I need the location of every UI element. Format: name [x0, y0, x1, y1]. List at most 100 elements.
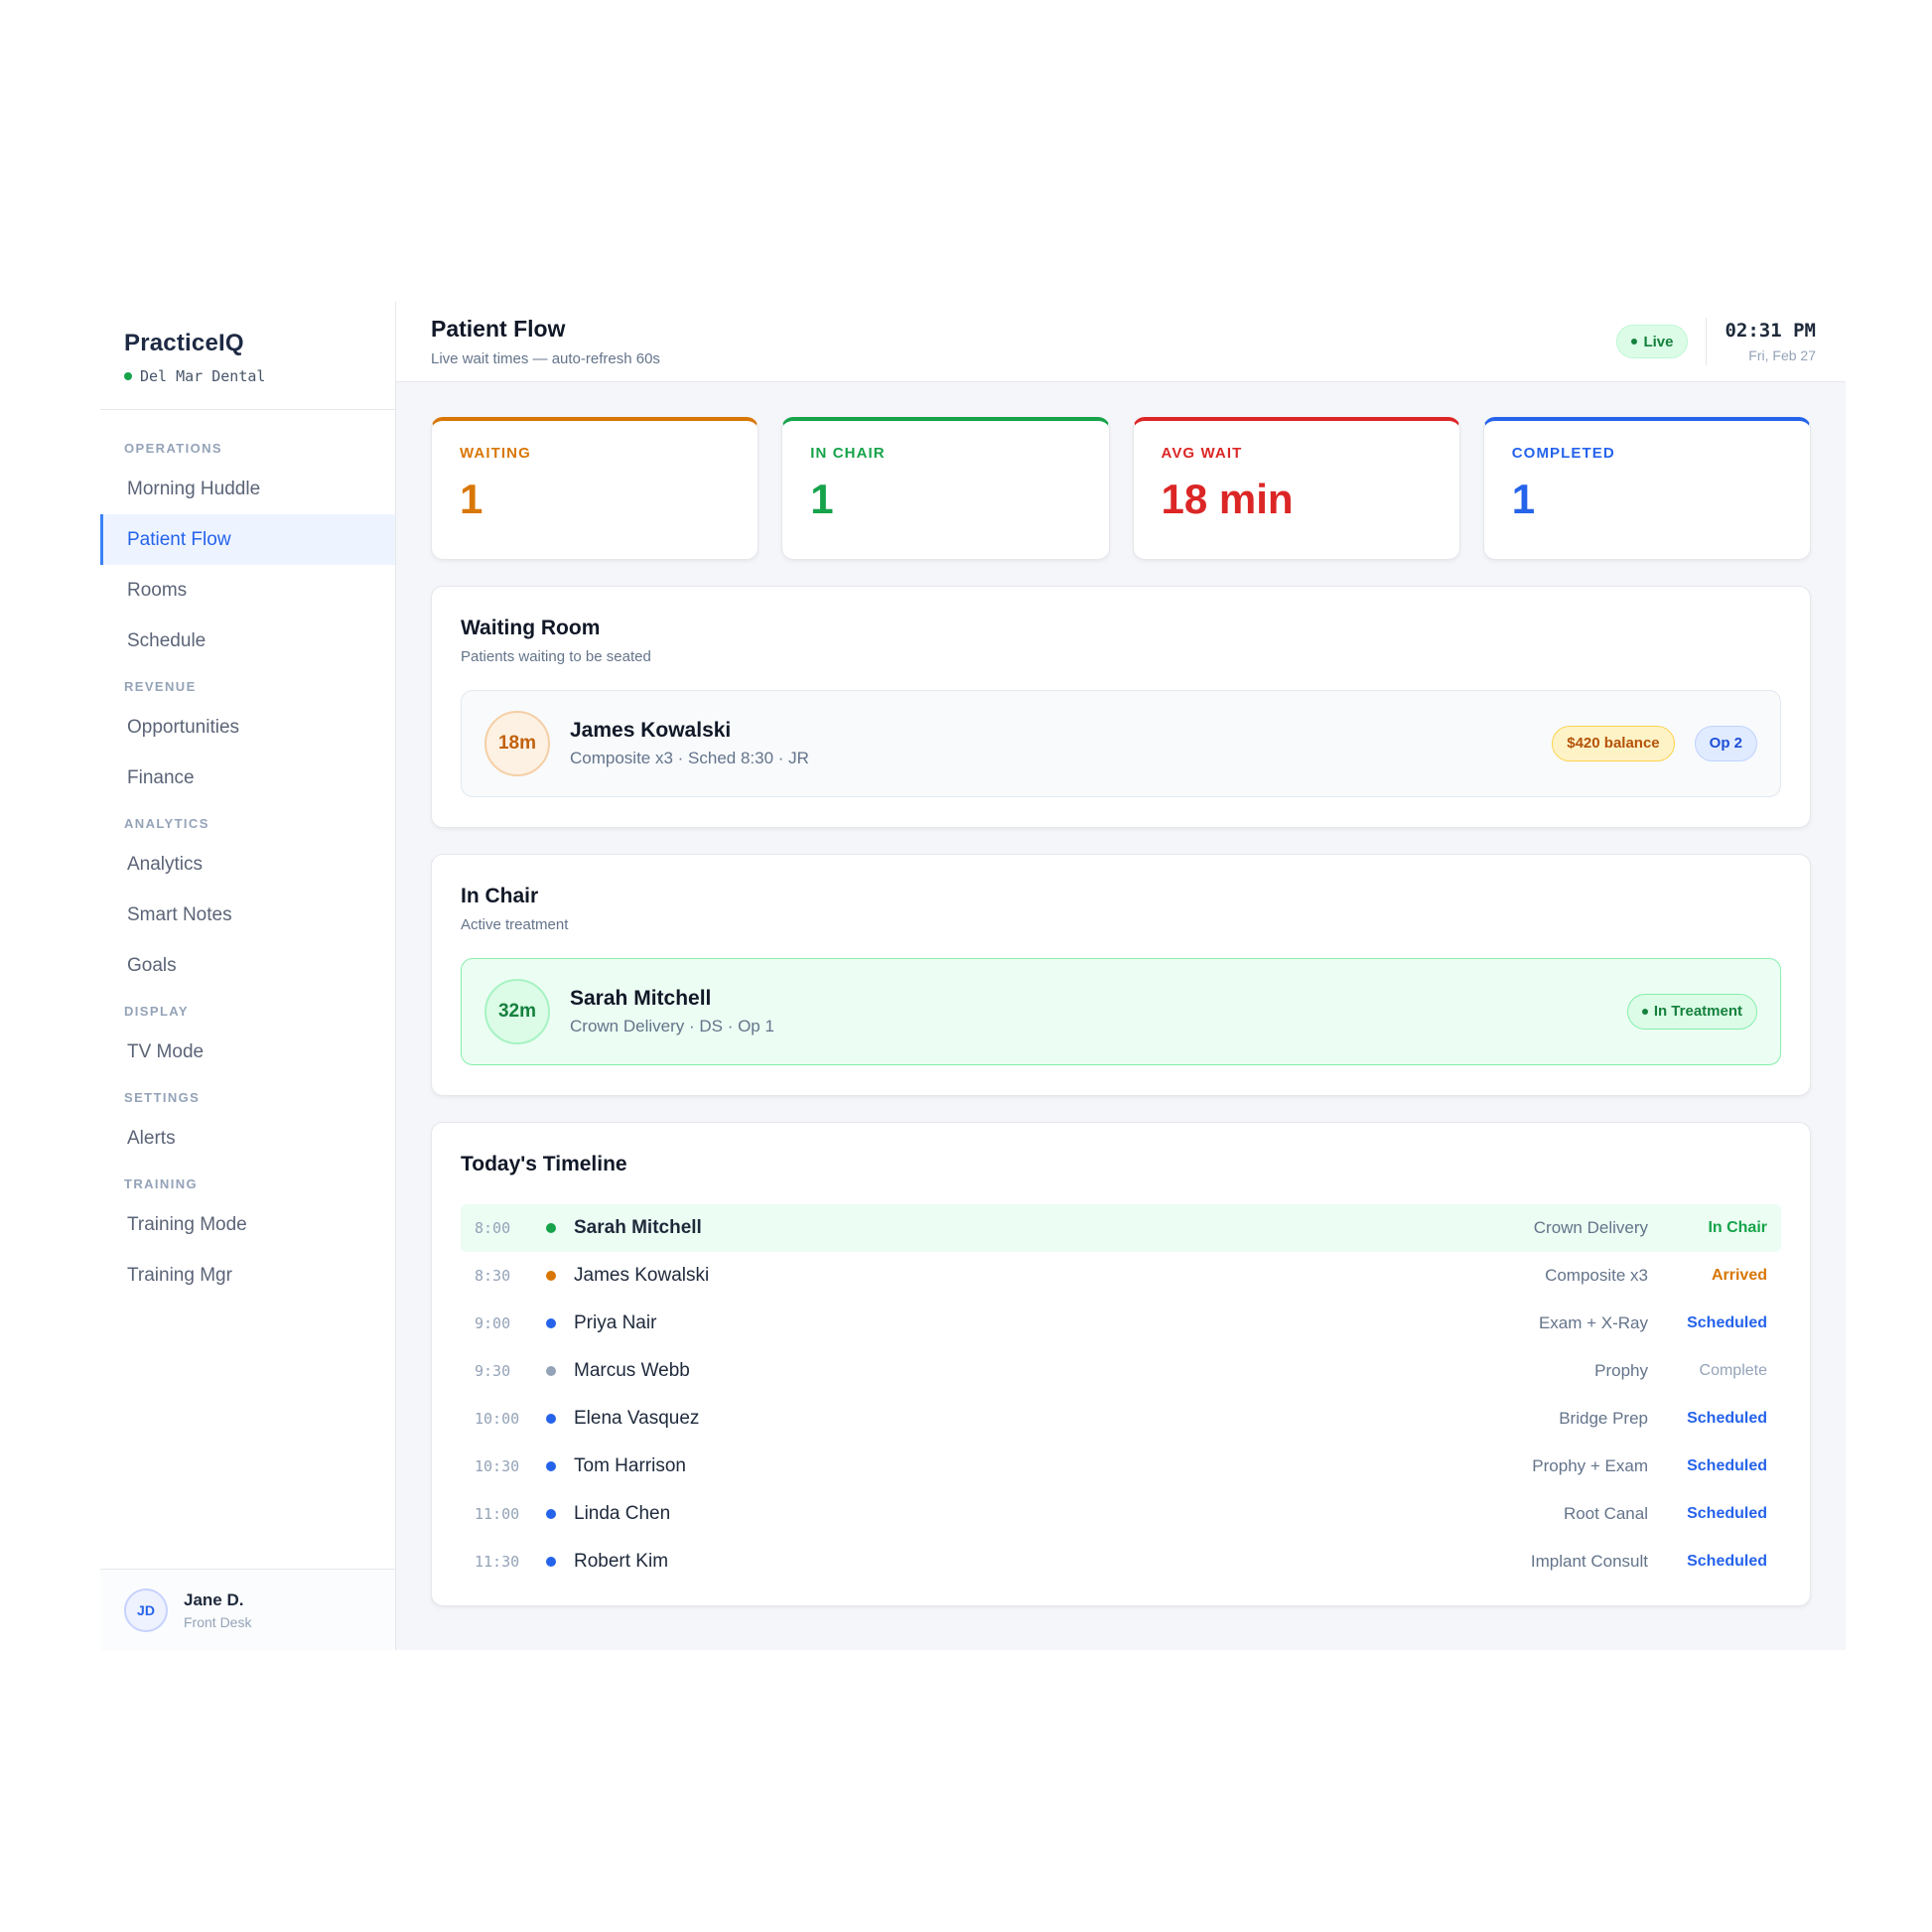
content: WAITING 1 IN CHAIR 1 AVG WAIT 18 min COMPLETED… — [396, 382, 1846, 1650]
stat-label: COMPLETED — [1511, 445, 1615, 462]
clock-time: 02:31 PM — [1725, 320, 1816, 342]
balance-badge: $420 balance — [1552, 726, 1675, 761]
stat-value: 1 — [1511, 476, 1536, 522]
in-chair-subtitle: Active treatment — [461, 916, 569, 933]
wait-timer: 18m — [484, 711, 550, 776]
clock-date: Fri, Feb 27 — [1748, 347, 1816, 363]
chair-timer: 32m — [484, 979, 550, 1044]
appointment-time: 11:30 — [475, 1553, 520, 1571]
stat-card-waiting: WAITING 1 — [431, 417, 759, 560]
clock: 02:31 PM Fri, Feb 27 — [1725, 320, 1816, 363]
stat-value: 1 — [810, 476, 834, 522]
procedure: Bridge Prep — [1559, 1409, 1648, 1428]
sidebar-item-training-mgr[interactable]: Training Mgr — [100, 1250, 395, 1301]
status-dot-icon — [546, 1414, 556, 1424]
stat-label: IN CHAIR — [810, 445, 886, 462]
appointment-status: Scheduled — [1687, 1457, 1767, 1474]
sidebar: PracticeIQ Del Mar Dental OPERATIONS Morn… — [100, 302, 396, 1650]
sidebar-item-goals[interactable]: Goals — [100, 940, 395, 991]
sidebar-item-opportunities[interactable]: Opportunities — [100, 702, 395, 753]
waiting-patient-row[interactable]: 18m James Kowalski Composite x3 · Sched … — [461, 690, 1781, 797]
sidebar-item-tv-mode[interactable]: TV Mode — [100, 1027, 395, 1077]
sidebar-item-finance[interactable]: Finance — [100, 753, 395, 803]
nav-section-heading: DISPLAY — [124, 1004, 189, 1019]
timeline-row[interactable]: 10:30 Tom Harrison Prophy + Exam Scheduled — [461, 1443, 1781, 1490]
timeline-row[interactable]: 10:00 Elena Vasquez Bridge Prep Scheduled — [461, 1395, 1781, 1443]
appointment-time: 10:30 — [475, 1457, 520, 1475]
stat-card-in-chair: IN CHAIR 1 — [781, 417, 1110, 560]
patient-detail: Crown Delivery · DS · Op 1 — [570, 1017, 774, 1035]
sidebar-item-alerts[interactable]: Alerts — [100, 1113, 395, 1164]
user-profile[interactable]: JD Jane D. Front Desk — [100, 1569, 395, 1650]
avatar[interactable]: JD — [124, 1587, 168, 1632]
practice-location-label: Del Mar Dental — [140, 367, 266, 385]
appointment-time: 10:00 — [475, 1410, 520, 1428]
appointment-status: Scheduled — [1687, 1410, 1767, 1427]
status-dot-icon — [546, 1271, 556, 1281]
sidebar-item-analytics[interactable]: Analytics — [100, 839, 395, 890]
live-dot-icon — [1631, 339, 1638, 345]
status-dot-icon — [546, 1461, 556, 1471]
appointment-status: Complete — [1699, 1362, 1767, 1379]
topbar: Patient Flow Live wait times — auto-refr… — [396, 302, 1846, 382]
patient-name: Linda Chen — [574, 1503, 671, 1524]
sidebar-item-rooms[interactable]: Rooms — [100, 565, 395, 616]
sidebar-nav: OPERATIONS Morning Huddle Patient Flow Room… — [100, 410, 395, 1301]
procedure: Composite x3 — [1545, 1266, 1648, 1285]
main-panel: Patient Flow Live wait times — auto-refr… — [396, 302, 1846, 1650]
procedure: Root Canal — [1563, 1504, 1648, 1523]
procedure: Exam + X-Ray — [1538, 1313, 1648, 1332]
sidebar-item-training-mode[interactable]: Training Mode — [100, 1199, 395, 1250]
sidebar-item-patient-flow[interactable]: Patient Flow — [100, 514, 395, 565]
appointment-status: In Chair — [1708, 1219, 1767, 1236]
patient-name: Tom Harrison — [574, 1455, 686, 1476]
procedure: Crown Delivery — [1533, 1218, 1648, 1237]
stat-card-avg-wait: AVG WAIT 18 min — [1132, 417, 1460, 560]
timeline-row[interactable]: 8:30 James Kowalski Composite x3 Arrived — [461, 1252, 1781, 1300]
stat-value: 18 min — [1161, 476, 1294, 522]
timeline-row[interactable]: 9:30 Marcus Webb Prophy Complete — [461, 1347, 1781, 1395]
patient-name: Marcus Webb — [574, 1360, 690, 1381]
status-dot-icon — [546, 1509, 556, 1519]
live-badge: Live — [1616, 325, 1689, 358]
sidebar-item-schedule[interactable]: Schedule — [100, 616, 395, 666]
appointment-time: 8:00 — [475, 1219, 511, 1237]
status-dot-icon — [546, 1557, 556, 1567]
sidebar-item-smart-notes[interactable]: Smart Notes — [100, 890, 395, 940]
timeline-row[interactable]: 11:00 Linda Chen Root Canal Scheduled — [461, 1490, 1781, 1538]
timeline-title: Today's Timeline — [461, 1153, 627, 1175]
page-title: Patient Flow — [431, 316, 566, 342]
nav-section-heading: TRAINING — [124, 1176, 199, 1191]
sidebar-item-morning-huddle[interactable]: Morning Huddle — [100, 464, 395, 514]
procedure: Implant Consult — [1530, 1552, 1648, 1571]
procedure: Prophy + Exam — [1532, 1456, 1648, 1475]
treatment-status-label: In Treatment — [1653, 1003, 1742, 1020]
patient-name: Priya Nair — [574, 1312, 657, 1333]
timeline-row[interactable]: 11:30 Robert Kim Implant Consult Scheduled — [461, 1538, 1781, 1586]
status-dot-icon — [124, 372, 132, 380]
appointment-time: 8:30 — [475, 1267, 511, 1285]
appointment-status: Arrived — [1711, 1267, 1767, 1284]
nav-section-heading: SETTINGS — [124, 1090, 201, 1105]
treatment-status-badge: In Treatment — [1626, 994, 1757, 1030]
stat-value: 1 — [460, 476, 483, 522]
procedure: Prophy — [1594, 1361, 1648, 1380]
user-role: Front Desk — [184, 1613, 252, 1630]
appointment-status: Scheduled — [1687, 1505, 1767, 1522]
status-dot-icon — [546, 1366, 556, 1376]
appointment-time: 11:00 — [475, 1505, 520, 1523]
status-dot-icon — [546, 1223, 556, 1233]
patient-name: James Kowalski — [574, 1265, 710, 1286]
nav-section-heading: REVENUE — [124, 679, 197, 694]
live-label: Live — [1643, 333, 1674, 350]
brand-name[interactable]: PracticeIQ — [124, 330, 395, 357]
timeline-row[interactable]: 8:00 Sarah Mitchell Crown Delivery In Chair — [461, 1204, 1781, 1252]
in-chair-patient-row[interactable]: 32m Sarah Mitchell Crown Delivery · DS ·… — [461, 958, 1781, 1065]
waiting-room-title: Waiting Room — [461, 617, 601, 639]
timeline-row[interactable]: 9:00 Priya Nair Exam + X-Ray Scheduled — [461, 1300, 1781, 1347]
status-dot-icon — [546, 1318, 556, 1328]
in-chair-title: In Chair — [461, 885, 539, 907]
stat-card-completed: COMPLETED 1 — [1482, 417, 1811, 560]
patient-name: James Kowalski — [570, 719, 732, 742]
page-subtitle: Live wait times — auto-refresh 60s — [431, 350, 660, 367]
